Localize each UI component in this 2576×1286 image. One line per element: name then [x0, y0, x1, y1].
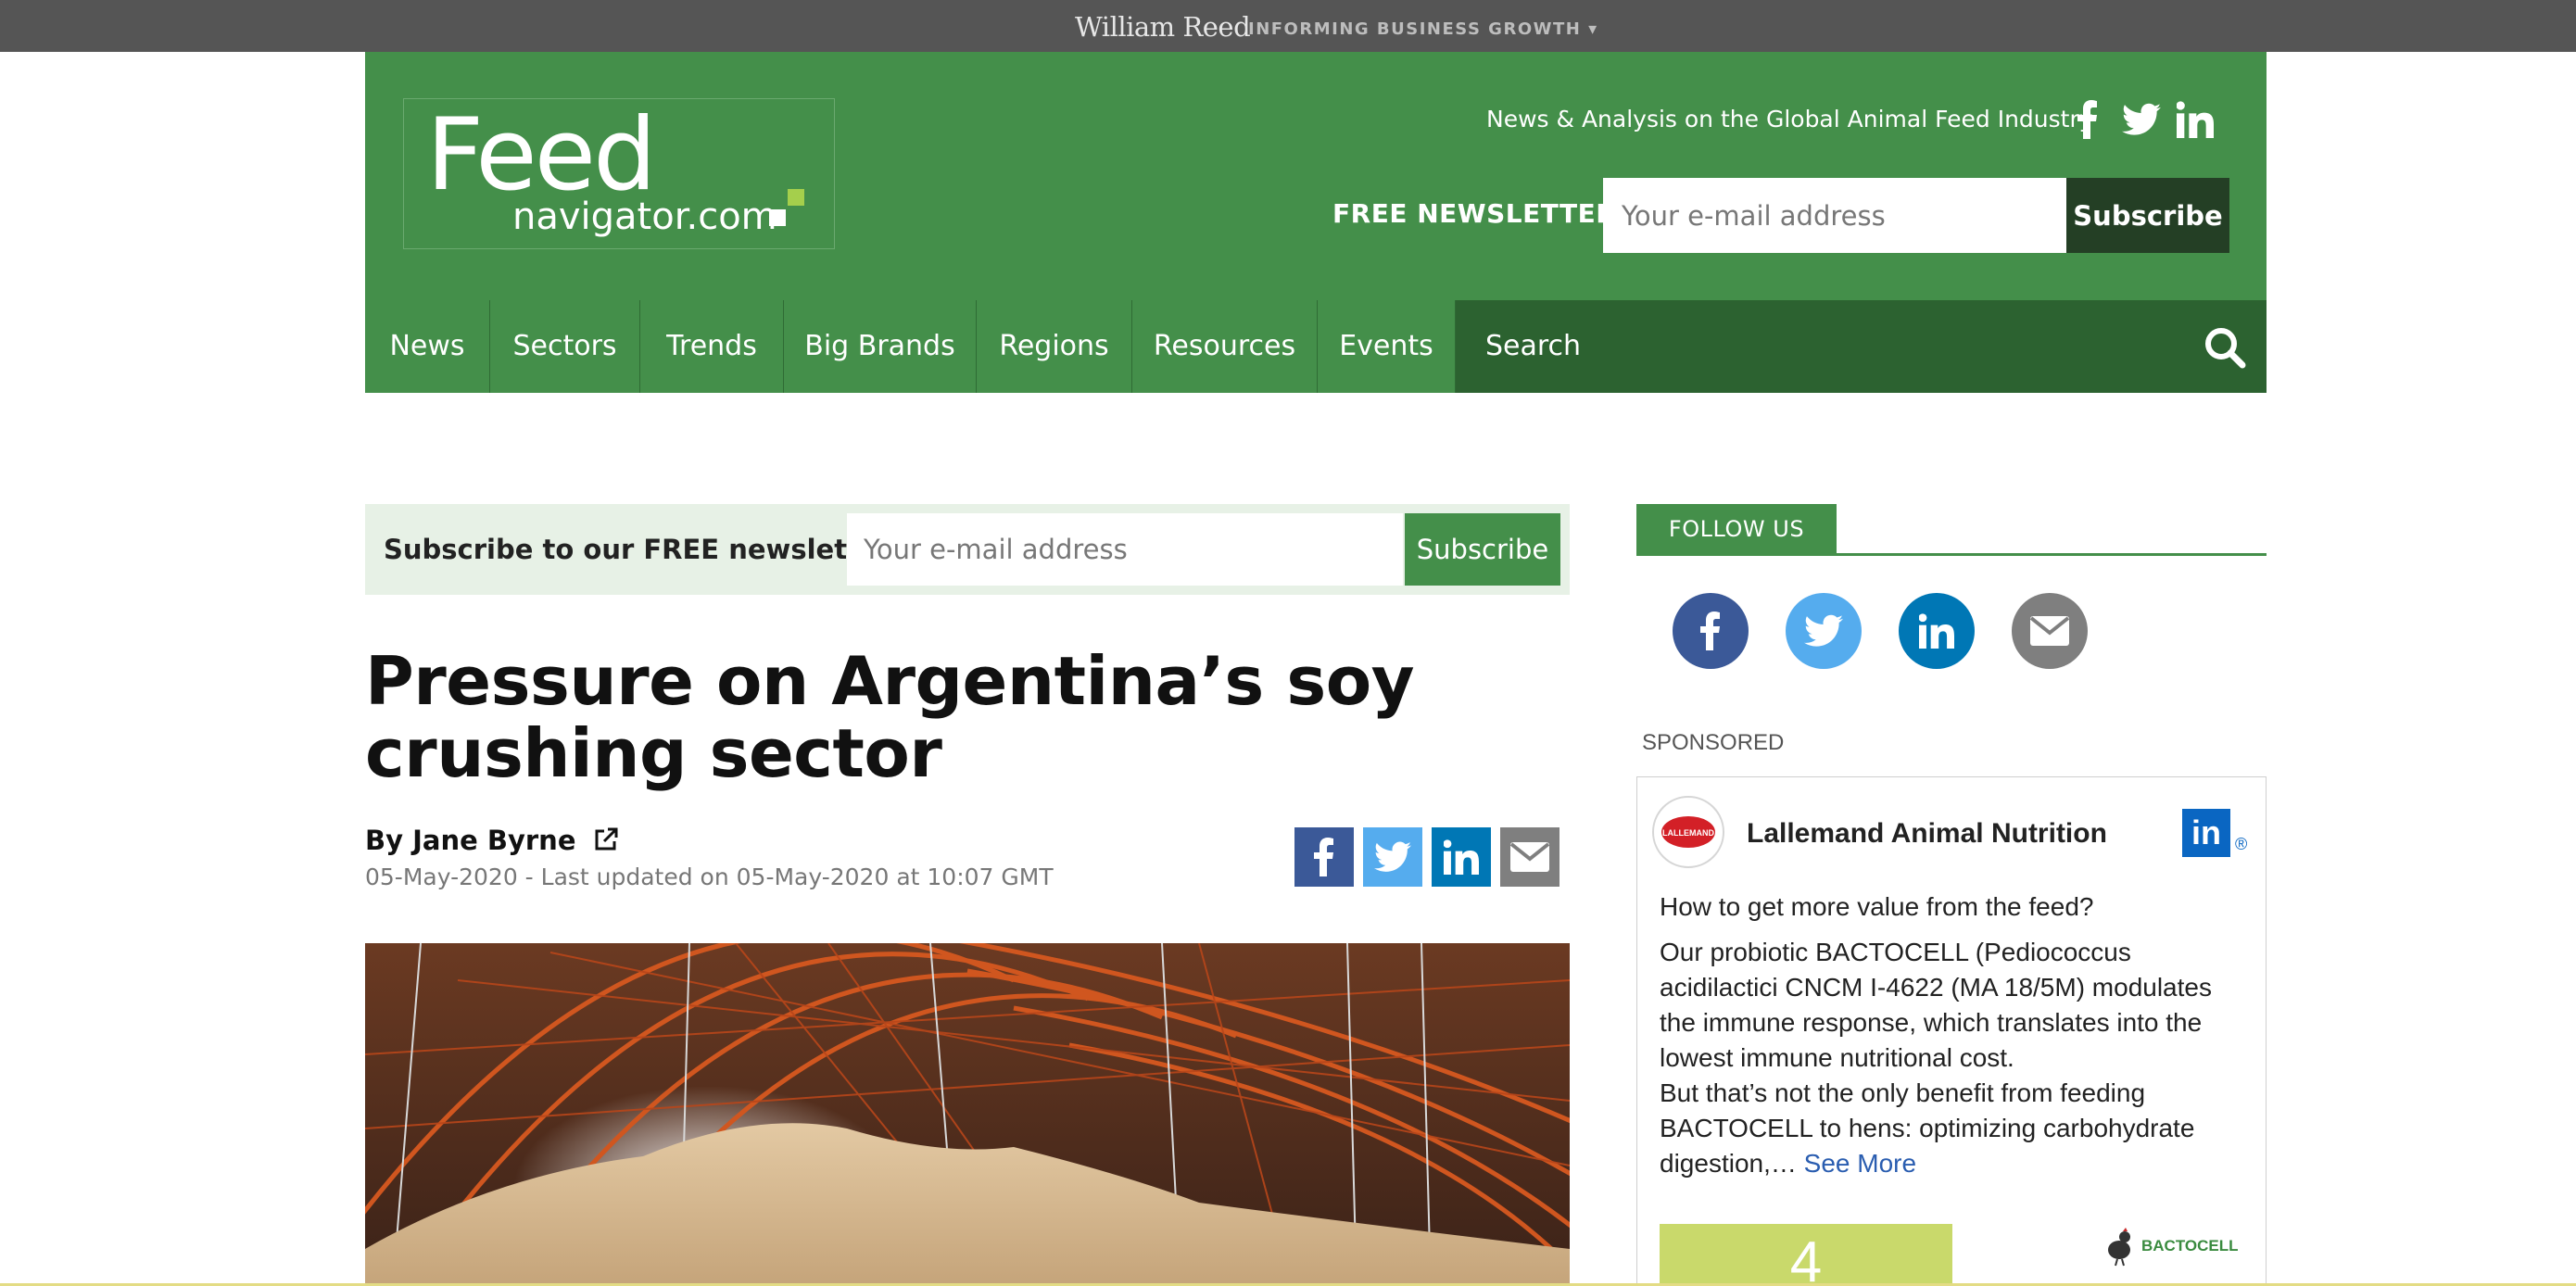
article-byline: By Jane Byrne	[365, 825, 619, 859]
nav-item-news[interactable]: News	[365, 300, 490, 393]
search-icon[interactable]	[2203, 326, 2246, 369]
follow-us-tab: FOLLOW US	[1636, 504, 1837, 555]
header-tagline: News & Analysis on the Global Animal Fee…	[1486, 106, 2093, 132]
nav-item-events[interactable]: Events	[1318, 300, 1456, 393]
follow-email-button[interactable]	[2012, 593, 2088, 669]
sponsored-label: SPONSORED	[1642, 730, 1785, 755]
twitter-icon	[1804, 614, 1843, 647]
linkedin-icon[interactable]	[2174, 98, 2216, 141]
header-email-input[interactable]	[1603, 178, 2066, 253]
follow-twitter-button[interactable]	[1786, 593, 1862, 669]
linkedin-icon[interactable]: in	[2182, 809, 2230, 857]
bactocell-logo: BACTOCELL	[2104, 1224, 2243, 1268]
registered-mark: ®	[2235, 835, 2248, 853]
logo-wordmark: Feed	[426, 97, 657, 213]
publisher-tagline-dropdown[interactable]: INFORMING BUSINESS GROWTH ▾	[1248, 19, 1598, 39]
header-subscribe-button[interactable]: Subscribe	[2066, 178, 2229, 253]
logo-square-white	[769, 209, 786, 226]
nav-search-label[interactable]: Search	[1485, 300, 1581, 393]
article-dateline: 05-May-2020 - Last updated on 05-May-202…	[365, 864, 1054, 890]
logo-domain: navigator.com	[512, 195, 777, 238]
article-headline: Pressure on Argentina’s soy crushing sec…	[365, 642, 1415, 792]
site-logo[interactable]: Feed navigator.com	[403, 98, 835, 249]
nav-item-trends[interactable]: Trends	[640, 300, 784, 393]
see-more-link[interactable]: See More	[1804, 1149, 1916, 1178]
sponsored-card[interactable]: LALLEMAND Lallemand Animal Nutrition in …	[1636, 776, 2267, 1286]
facebook-icon	[1700, 611, 1720, 650]
sponsor-avatar[interactable]: LALLEMAND	[1652, 796, 1724, 868]
facebook-icon	[1314, 838, 1333, 876]
sponsor-body-text: Our probiotic BACTOCELL (Pediococcus aci…	[1660, 938, 2212, 1178]
hen-icon	[2108, 1228, 2130, 1267]
sponsor-avatar-text: LALLEMAND	[1662, 828, 1714, 838]
subscribe-bar-label: Subscribe to our FREE newsletter	[384, 534, 891, 565]
article-hero-image	[365, 943, 1570, 1286]
nav-item-big-brands[interactable]: Big Brands	[784, 300, 977, 393]
newsletter-label: FREE NEWSLETTER	[1332, 198, 1617, 229]
site-header: Feed navigator.com News & Analysis on th…	[365, 52, 2267, 300]
nav-item-resources[interactable]: Resources	[1132, 300, 1318, 393]
logo-square-green	[788, 189, 804, 206]
twitter-icon	[1374, 841, 1411, 872]
facebook-icon[interactable]	[2066, 98, 2109, 141]
sponsor-question: How to get more value from the feed?	[1660, 892, 2094, 921]
nav-item-sectors[interactable]: Sectors	[490, 300, 640, 393]
email-icon	[2029, 616, 2070, 646]
sponsor-highlight-number: 4	[1660, 1224, 1952, 1286]
share-email-button[interactable]	[1500, 827, 1559, 887]
linkedin-icon	[1919, 613, 1954, 649]
main-nav: News Sectors Trends Big Brands Regions R…	[365, 300, 2267, 393]
share-twitter-button[interactable]	[1363, 827, 1422, 887]
sponsor-name[interactable]: Lallemand Animal Nutrition	[1747, 818, 2107, 850]
share-linkedin-button[interactable]	[1432, 827, 1491, 887]
bactocell-logo-text: BACTOCELL	[2141, 1237, 2239, 1254]
share-facebook-button[interactable]	[1294, 827, 1354, 887]
follow-linkedin-button[interactable]	[1899, 593, 1975, 669]
subscribe-bar-email-input[interactable]	[847, 513, 1403, 586]
publisher-bar: William Reed INFORMING BUSINESS GROWTH ▾	[0, 0, 2576, 52]
sponsor-body: Our probiotic BACTOCELL (Pediococcus aci…	[1660, 935, 2243, 1181]
follow-us-divider	[1636, 553, 2267, 556]
external-link-icon[interactable]	[593, 826, 619, 859]
author-link[interactable]: By Jane Byrne	[365, 825, 576, 856]
nav-item-regions[interactable]: Regions	[977, 300, 1132, 393]
email-icon	[1509, 842, 1550, 872]
twitter-icon[interactable]	[2120, 98, 2163, 141]
follow-facebook-button[interactable]	[1673, 593, 1749, 669]
subscribe-bar-button[interactable]: Subscribe	[1405, 513, 1560, 586]
publisher-logo[interactable]: William Reed	[1075, 11, 1251, 43]
newsletter-subscribe-bar: Subscribe to our FREE newsletter Subscri…	[365, 504, 1570, 595]
linkedin-icon	[1444, 839, 1479, 875]
